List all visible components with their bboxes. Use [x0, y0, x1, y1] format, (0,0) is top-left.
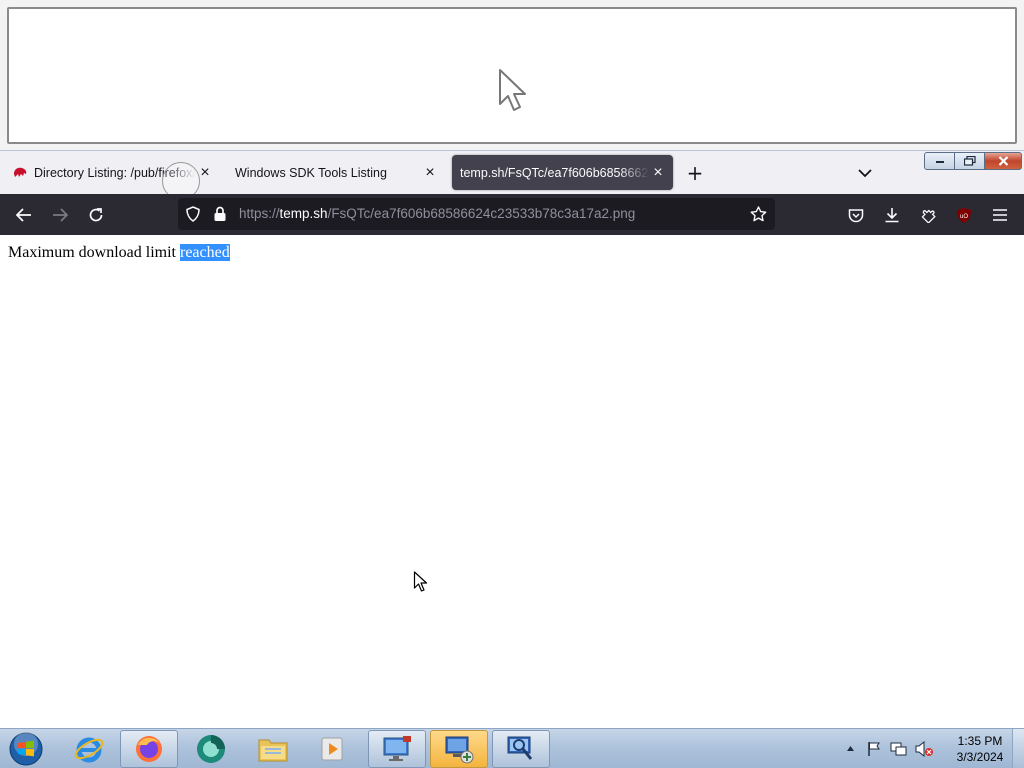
app-menu-button[interactable] — [986, 201, 1014, 229]
taskbar-app-green[interactable] — [182, 730, 240, 768]
volume-muted-icon[interactable] — [914, 741, 934, 757]
arrow-right-icon — [53, 208, 68, 222]
selected-text: reached — [180, 244, 230, 261]
ublock-origin-button[interactable]: uO — [950, 201, 978, 229]
remote-desktop-icon — [383, 736, 411, 761]
app-icon-green — [197, 735, 225, 763]
navigation-toolbar: https://temp.sh/FsQTc/ea7f606b68586624c2… — [0, 194, 1024, 235]
url-host: temp.sh — [279, 206, 328, 221]
show-desktop-button[interactable] — [1012, 729, 1024, 768]
pocket-button[interactable] — [842, 201, 870, 229]
svg-text:uO: uO — [960, 214, 968, 220]
reload-icon — [89, 208, 103, 222]
network-status-icon[interactable] — [890, 741, 908, 757]
extensions-button[interactable] — [914, 201, 942, 229]
puzzle-piece-icon — [921, 209, 936, 223]
ublock-shield-icon: uO — [957, 207, 971, 223]
taskbar-media-player[interactable] — [304, 730, 362, 768]
close-tab-icon[interactable]: × — [421, 164, 439, 182]
taskbar-firefox[interactable] — [120, 730, 178, 768]
lock-icon — [214, 206, 226, 221]
action-center-flag-icon[interactable] — [866, 741, 882, 757]
restore-icon — [963, 156, 976, 166]
search-app-icon — [507, 736, 533, 760]
network-app-icon — [445, 736, 474, 764]
page-content: Maximum download limit reached — [0, 235, 1024, 728]
tab-title: Windows SDK Tools Listing — [235, 165, 387, 180]
new-tab-button[interactable]: + — [682, 160, 708, 186]
taskbar-search-app[interactable] — [492, 730, 550, 768]
url-scheme: https:// — [239, 206, 280, 221]
close-window-button[interactable] — [985, 152, 1022, 170]
downloads-button[interactable] — [878, 201, 906, 229]
mozilla-dino-icon — [10, 163, 30, 183]
download-limit-message: Maximum download limit reached — [8, 244, 230, 262]
taskbar-file-explorer[interactable] — [244, 730, 302, 768]
tab-windows-sdk[interactable]: Windows SDK Tools Listing × — [227, 155, 445, 190]
chevron-down-icon — [858, 169, 872, 178]
taskbar-network-app[interactable] — [430, 730, 488, 768]
window-controls — [924, 152, 1023, 171]
reload-button[interactable] — [82, 201, 110, 229]
download-icon — [885, 208, 899, 223]
preview-region — [0, 0, 1024, 150]
taskbar-internet-explorer[interactable] — [60, 730, 118, 768]
clock-date[interactable]: 3/3/2024 — [950, 750, 1010, 764]
tab-strip: Directory Listing: /pub/firefox/ × Windo… — [0, 150, 1024, 194]
shield-icon — [186, 206, 200, 222]
arrow-left-icon — [16, 208, 31, 222]
tab-title: temp.sh/FsQTc/ea7f606b68586624c23533b78c… — [460, 165, 649, 180]
close-icon — [998, 156, 1008, 166]
message-text: Maximum download limit — [8, 244, 180, 261]
address-bar[interactable]: https://temp.sh/FsQTc/ea7f606b68586624c2… — [178, 198, 775, 230]
url-path: /FsQTc/ea7f606b68586624c23533b78c3a17a2.… — [327, 206, 636, 221]
taskbar-remote-desktop[interactable] — [368, 730, 426, 768]
mouse-cursor-icon — [413, 571, 428, 592]
media-player-icon — [321, 737, 343, 761]
system-tray: 1:35 PM 3/3/2024 — [842, 729, 1024, 768]
close-tab-icon[interactable]: × — [649, 164, 667, 182]
back-button[interactable] — [10, 201, 38, 229]
show-hidden-icons-icon[interactable] — [846, 745, 855, 752]
minimize-icon — [935, 161, 944, 163]
mouse-cursor-icon — [499, 69, 526, 111]
file-explorer-icon — [258, 739, 288, 762]
minimize-button[interactable] — [924, 152, 955, 170]
firefox-icon — [136, 736, 162, 762]
start-button[interactable] — [4, 730, 48, 768]
clock-time[interactable]: 1:35 PM — [950, 734, 1010, 748]
pocket-icon — [848, 208, 864, 222]
list-all-tabs-button[interactable] — [852, 160, 878, 186]
taskbar: 1:35 PM 3/3/2024 — [0, 728, 1024, 768]
hamburger-menu-icon — [993, 209, 1007, 221]
internet-explorer-icon — [74, 737, 104, 763]
forward-button[interactable] — [46, 201, 74, 229]
url-text: https://temp.sh/FsQTc/ea7f606b68586624c2… — [239, 206, 635, 221]
restore-button[interactable] — [955, 152, 985, 170]
windows-orb-icon — [9, 732, 43, 766]
tab-temp-sh[interactable]: temp.sh/FsQTc/ea7f606b68586624c23533b78c… — [452, 155, 673, 190]
star-bookmark-icon[interactable] — [750, 206, 767, 222]
